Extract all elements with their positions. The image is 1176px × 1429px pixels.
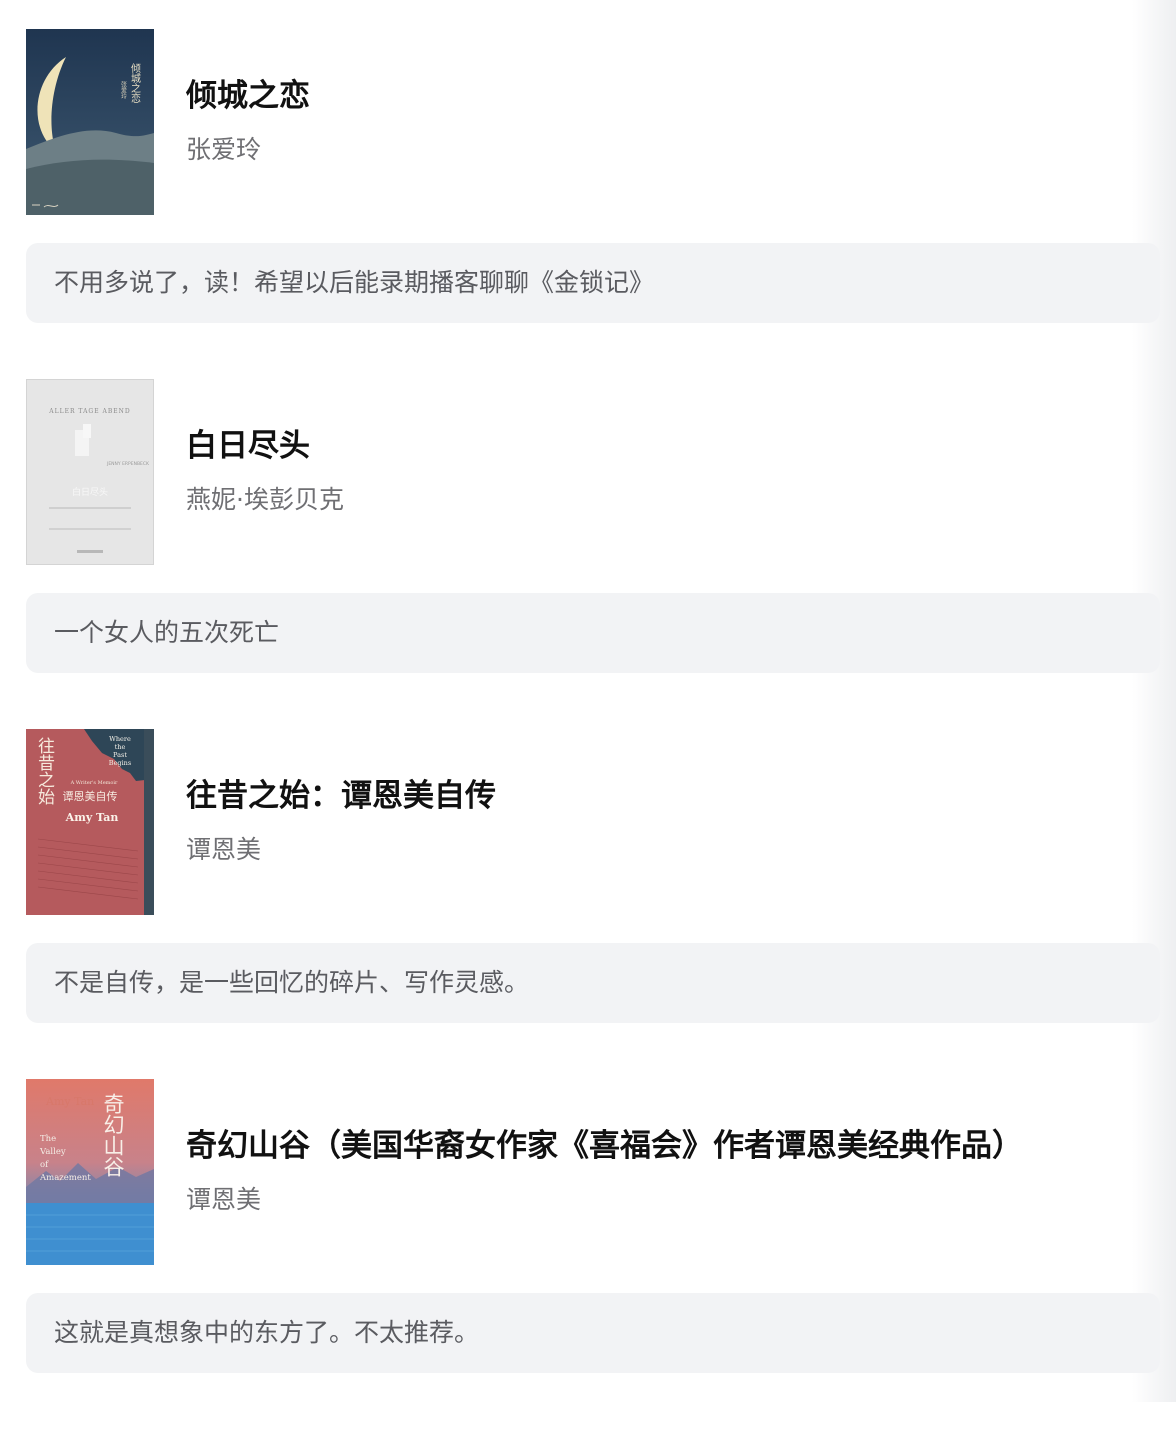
- book-meta: 往昔之始：谭恩美自传 谭恩美: [186, 773, 1160, 873]
- cover-text: Amazement: [39, 1173, 91, 1183]
- book-card[interactable]: Amy Tan 奇幻山谷 The Valley of Amazement 奇幻山…: [26, 1079, 1160, 1265]
- book-note: 一个女人的五次死亡: [26, 593, 1160, 673]
- cover-text: Valley: [39, 1147, 66, 1157]
- book-title[interactable]: 白日尽头: [186, 423, 1160, 469]
- cover-art: ALLER TAGE ABEND JENNY ERPENBECK 白日尽头: [27, 380, 153, 564]
- cover-text: of: [40, 1160, 49, 1170]
- book-author: 谭恩美: [186, 1185, 262, 1214]
- cover-art: 倾城之恋 张爱玲: [26, 29, 154, 215]
- cover-text: the: [115, 743, 126, 751]
- book-item: 倾城之恋 张爱玲 倾城之恋 张爱玲 不用多说了，读！希望以后能录期播客聊聊《金锁…: [26, 29, 1160, 379]
- book-item: 往昔之始 Where the Past Begins A Writer's Me…: [26, 729, 1160, 1079]
- cover-text: 往昔之始: [34, 737, 55, 805]
- book-cover-image[interactable]: ALLER TAGE ABEND JENNY ERPENBECK 白日尽头: [26, 379, 154, 565]
- cover-text: 张爱玲: [120, 80, 127, 100]
- cover-art: 往昔之始 Where the Past Begins A Writer's Me…: [26, 729, 154, 915]
- cover-text: Amy Tan: [45, 1095, 94, 1108]
- book-item: Amy Tan 奇幻山谷 The Valley of Amazement 奇幻山…: [26, 1079, 1160, 1429]
- cover-art: Amy Tan 奇幻山谷 The Valley of Amazement: [26, 1079, 154, 1265]
- cover-text: The: [40, 1134, 56, 1144]
- cover-text: 谭恩美自传: [63, 790, 118, 803]
- book-author: 谭恩美: [186, 835, 262, 864]
- book-list: 倾城之恋 张爱玲 倾城之恋 张爱玲 不用多说了，读！希望以后能录期播客聊聊《金锁…: [26, 29, 1160, 1429]
- cover-text: 奇幻山谷: [101, 1093, 125, 1177]
- cover-text: A Writer's Memoir: [70, 780, 118, 786]
- cover-text: Past: [113, 751, 127, 759]
- book-meta: 奇幻山谷（美国华裔女作家《喜福会》作者谭恩美经典作品） 谭恩美: [186, 1123, 1160, 1223]
- cover-text: 倾城之恋: [129, 62, 141, 103]
- cover-text: Begins: [109, 759, 131, 767]
- book-card[interactable]: ALLER TAGE ABEND JENNY ERPENBECK 白日尽头 白日…: [26, 379, 1160, 565]
- book-note: 这就是真想象中的东方了。不太推荐。: [26, 1293, 1160, 1373]
- book-note: 不是自传，是一些回忆的碎片、写作灵感。: [26, 943, 1160, 1023]
- book-card[interactable]: 倾城之恋 张爱玲 倾城之恋 张爱玲: [26, 29, 1160, 215]
- book-title[interactable]: 奇幻山谷（美国华裔女作家《喜福会》作者谭恩美经典作品）: [186, 1123, 1160, 1169]
- book-meta: 倾城之恋 张爱玲: [186, 73, 1160, 173]
- book-item: ALLER TAGE ABEND JENNY ERPENBECK 白日尽头 白日…: [26, 379, 1160, 729]
- book-cover-image[interactable]: Amy Tan 奇幻山谷 The Valley of Amazement: [26, 1079, 154, 1265]
- cover-text: JENNY ERPENBECK: [106, 461, 150, 467]
- book-author: 张爱玲: [186, 135, 262, 164]
- book-title[interactable]: 倾城之恋: [186, 73, 1160, 119]
- book-title[interactable]: 往昔之始：谭恩美自传: [186, 773, 1160, 819]
- book-cover-image[interactable]: 往昔之始 Where the Past Begins A Writer's Me…: [26, 729, 154, 915]
- book-cover-image[interactable]: 倾城之恋 张爱玲: [26, 29, 154, 215]
- book-card[interactable]: 往昔之始 Where the Past Begins A Writer's Me…: [26, 729, 1160, 915]
- cover-text: Where: [109, 735, 131, 743]
- cover-text: 白日尽头: [72, 486, 108, 498]
- cover-text: ALLER TAGE ABEND: [48, 408, 130, 415]
- book-meta: 白日尽头 燕妮·埃彭贝克: [186, 423, 1160, 523]
- book-note: 不用多说了，读！希望以后能录期播客聊聊《金锁记》: [26, 243, 1160, 323]
- book-author: 燕妮·埃彭贝克: [186, 485, 344, 514]
- cover-text: Amy Tan: [65, 811, 119, 824]
